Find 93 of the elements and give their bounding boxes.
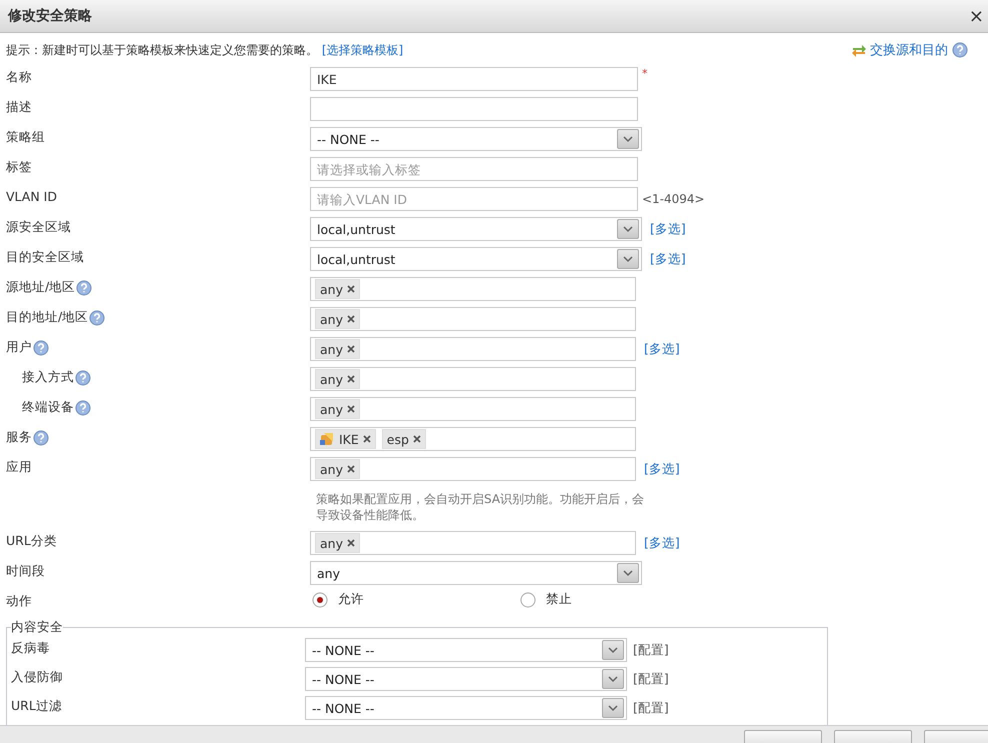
remove-icon[interactable] xyxy=(346,465,355,473)
field-label: 动作 xyxy=(6,593,32,610)
tag-field[interactable]: any xyxy=(310,457,636,481)
close-button[interactable]: × xyxy=(968,6,984,26)
tag-field[interactable]: any xyxy=(310,337,636,361)
remove-icon[interactable] xyxy=(346,285,355,293)
multi-select-link[interactable]: [多选] xyxy=(644,535,680,550)
tag-label: any xyxy=(320,342,343,356)
field-label: 应用 xyxy=(6,459,32,476)
field-label: 终端设备 xyxy=(21,399,74,416)
remove-icon[interactable] xyxy=(346,315,355,323)
tag-label: any xyxy=(320,402,343,416)
multi-select-link[interactable]: [多选] xyxy=(650,251,686,266)
note-text: 策略如果配置应用，会自动开启SA识别功能。功能开启后，会导致设备性能降低。 xyxy=(316,491,646,523)
config-link[interactable]: [配置] xyxy=(633,700,669,715)
help-icon[interactable] xyxy=(75,370,91,386)
multi-select-link[interactable]: [多选] xyxy=(644,341,680,356)
dropdown[interactable]: -- NONE -- xyxy=(305,667,627,691)
radio-option[interactable]: 禁止 xyxy=(520,591,572,608)
field-label: 用户 xyxy=(6,339,32,356)
range-hint: <1-4094> xyxy=(642,192,705,206)
radio-button[interactable] xyxy=(520,592,536,608)
dropdown-caret-icon[interactable] xyxy=(602,640,624,660)
field-label: 时间段 xyxy=(6,563,45,580)
remove-icon[interactable] xyxy=(346,539,355,547)
tag-label: any xyxy=(320,536,343,550)
dropdown-caret-icon[interactable] xyxy=(602,669,624,689)
remove-icon[interactable] xyxy=(346,345,355,353)
dropdown-caret-icon[interactable] xyxy=(617,249,639,269)
window-title: 修改安全策略 xyxy=(8,7,92,25)
field-label: 目的地址/地区 xyxy=(6,309,88,326)
help-icon[interactable] xyxy=(75,400,91,416)
dropdown[interactable]: -- NONE -- xyxy=(305,696,627,720)
field-label: 接入方式 xyxy=(21,369,74,386)
remove-icon[interactable] xyxy=(412,435,421,443)
tag-field[interactable]: any xyxy=(310,307,636,331)
field-label: 标签 xyxy=(6,159,32,176)
tag-label: any xyxy=(320,372,343,386)
multi-select-link[interactable]: [多选] xyxy=(644,461,680,476)
dropdown[interactable]: local,untrust xyxy=(310,247,642,271)
field-label: 入侵防御 xyxy=(11,669,63,686)
tag-label: any xyxy=(320,462,343,476)
tag-label: any xyxy=(320,312,343,326)
field-label: 源安全区域 xyxy=(6,219,71,236)
field-label: 策略组 xyxy=(6,129,45,146)
tag-field[interactable]: IKE esp xyxy=(310,427,636,451)
remove-icon[interactable] xyxy=(346,375,355,383)
tag-field[interactable]: any xyxy=(310,397,636,421)
tag-field[interactable]: any xyxy=(310,531,636,555)
text-field[interactable]: IKE xyxy=(310,67,638,91)
field-label: 名称 xyxy=(6,69,32,86)
swap-arrows-icon xyxy=(851,43,867,57)
radio-option[interactable]: 允许 xyxy=(312,591,364,608)
field-label: 描述 xyxy=(6,99,32,116)
field-label: 反病毒 xyxy=(11,640,50,657)
field-label: 服务 xyxy=(6,429,32,446)
multi-select-link[interactable]: [多选] xyxy=(650,221,686,236)
dropdown[interactable]: local,untrust xyxy=(310,217,642,241)
help-icon[interactable] xyxy=(33,340,49,356)
text-field[interactable] xyxy=(310,97,638,121)
field-label: URL过滤 xyxy=(11,698,62,715)
help-icon[interactable] xyxy=(33,430,49,446)
tag-field[interactable]: any xyxy=(310,277,636,301)
dropdown[interactable]: -- NONE -- xyxy=(310,127,642,151)
remove-icon[interactable] xyxy=(346,405,355,413)
dropdown-caret-icon[interactable] xyxy=(602,698,624,718)
dropdown-caret-icon[interactable] xyxy=(617,219,639,239)
field-label: URL分类 xyxy=(6,533,57,550)
text-field[interactable]: 请输入VLAN ID xyxy=(310,187,638,211)
config-link[interactable]: [配置] xyxy=(633,671,669,686)
swap-link[interactable]: 交换源和目的 xyxy=(851,41,968,59)
text-field[interactable]: 请选择或输入标签 xyxy=(310,157,638,181)
field-label: 目的安全区域 xyxy=(6,249,84,266)
hint-text: 提示：新建时可以基于策略模板来快速定义您需要的策略。 [选择策略模板] xyxy=(6,42,404,58)
dropdown-caret-icon[interactable] xyxy=(617,129,639,149)
radio-button[interactable] xyxy=(312,592,328,608)
panel-legend: 内容安全 xyxy=(11,619,63,636)
required-mark: * xyxy=(642,67,648,80)
help-icon[interactable] xyxy=(89,310,106,326)
remove-icon[interactable] xyxy=(362,435,371,443)
field-label: VLAN ID xyxy=(6,189,57,204)
dropdown[interactable]: -- NONE -- xyxy=(305,638,627,662)
tag-label: IKE xyxy=(339,432,359,446)
field-label: 源地址/地区 xyxy=(6,279,76,296)
template-link[interactable]: [选择策略模板] xyxy=(322,42,404,56)
dropdown-caret-icon[interactable] xyxy=(617,563,639,583)
tag-label: esp xyxy=(386,432,409,446)
tag-field[interactable]: any xyxy=(310,367,636,391)
help-icon[interactable] xyxy=(76,280,92,296)
tag-label: any xyxy=(320,282,343,296)
config-link[interactable]: [配置] xyxy=(633,642,669,657)
dropdown[interactable]: any xyxy=(310,561,642,585)
help-icon[interactable] xyxy=(952,42,968,58)
